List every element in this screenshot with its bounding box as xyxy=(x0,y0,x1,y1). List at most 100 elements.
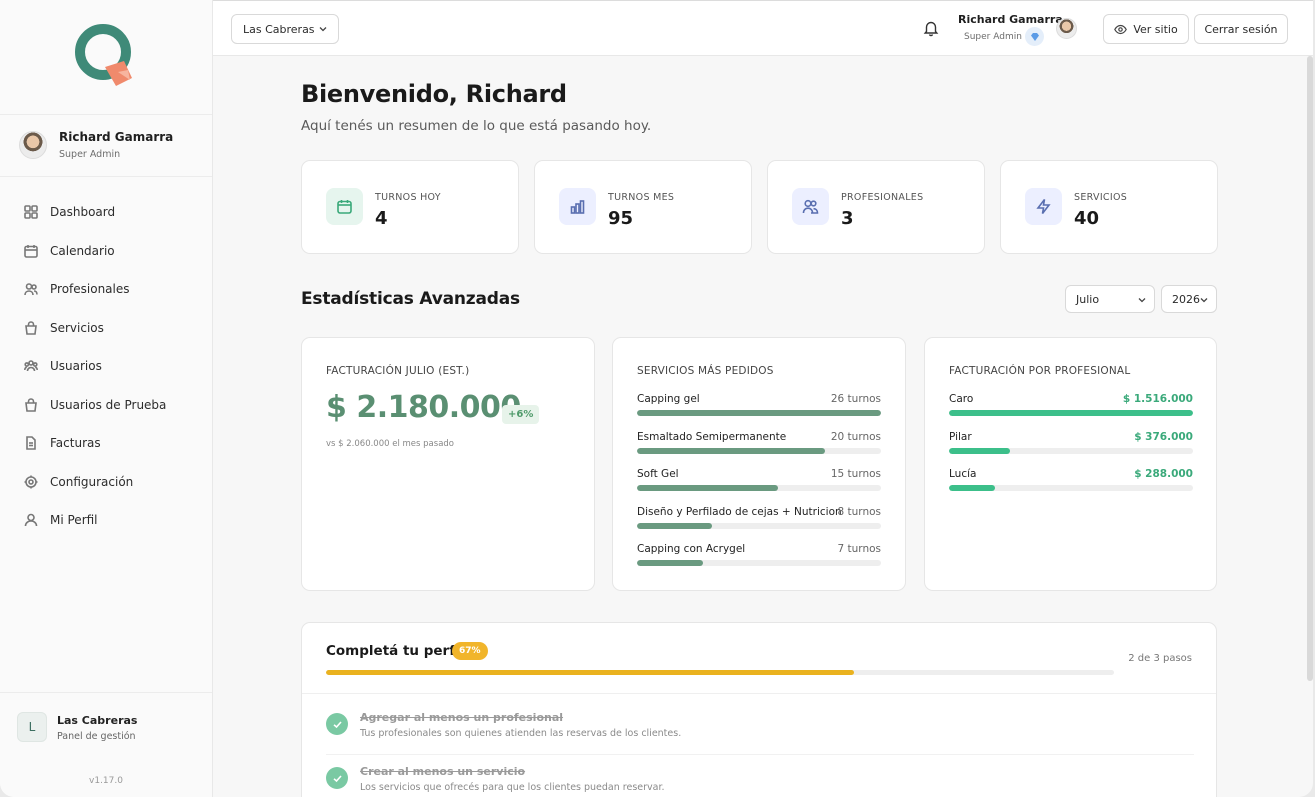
location-select-value: Las Cabreras xyxy=(243,22,315,36)
scrollbar[interactable] xyxy=(1307,56,1313,681)
month-select-value: Julio xyxy=(1076,292,1100,306)
bar-value: 20 turnos xyxy=(830,430,881,443)
sidebar-item-dashboard[interactable]: Dashboard xyxy=(0,193,212,232)
location-select[interactable]: Las Cabreras xyxy=(231,14,339,44)
group-icon xyxy=(24,360,38,372)
sidebar-item-label: Usuarios xyxy=(50,359,102,374)
bar-value: 8 turnos xyxy=(837,505,881,518)
profile-card-title: Completá tu perfil xyxy=(326,643,464,659)
sidebar-item-usuarios[interactable]: Usuarios xyxy=(0,347,212,386)
business-name: Las Cabreras xyxy=(57,714,138,727)
user-icon xyxy=(24,513,38,527)
sidebar-item-usuarios-de-prueba[interactable]: Usuarios de Prueba xyxy=(0,386,212,425)
sidebar-item-configuracion[interactable]: Configuración xyxy=(0,463,212,502)
page-title: Bienvenido, Richard xyxy=(301,80,567,108)
profile-completion-card: Completá tu perfil 67% 2 de 3 pasos Agre… xyxy=(301,622,1217,797)
stat-label: PROFESIONALES xyxy=(841,192,924,203)
card-heading: FACTURACIÓN POR PROFESIONAL xyxy=(949,365,1131,377)
bar-track xyxy=(637,522,881,529)
calendar-icon xyxy=(326,188,363,225)
sidebar-item-label: Configuración xyxy=(50,474,134,489)
main-content: Bienvenido, Richard Aquí tenés un resume… xyxy=(213,56,1313,797)
task-title: Crear al menos un servicio xyxy=(360,765,526,778)
chevron-down-icon xyxy=(1138,298,1146,303)
sidebar-item-profesionales[interactable]: Profesionales xyxy=(0,270,212,309)
topbar-user-role: Super Admin xyxy=(964,32,1022,42)
bar-label: Caro xyxy=(949,393,974,405)
bell-icon[interactable] xyxy=(922,19,940,37)
bag-icon xyxy=(25,397,37,412)
bar-label: Diseño y Perfilado de cejas + Nutricion xyxy=(637,505,842,518)
sidebar-item-servicios[interactable]: Servicios xyxy=(0,309,212,348)
bar-label: Pilar xyxy=(949,430,972,443)
stat-card-turnos-mes: TURNOS MES 95 xyxy=(534,160,752,254)
bar-fill xyxy=(637,560,703,566)
avatar xyxy=(19,131,47,159)
bar-value: $ 288.000 xyxy=(1134,468,1193,480)
task-title: Agregar al menos un profesional xyxy=(360,711,564,724)
bar-value: $ 1.516.000 xyxy=(1122,393,1193,405)
sidebar-item-mi-perfil[interactable]: Mi Perfil xyxy=(0,501,212,540)
bar-fill xyxy=(637,522,713,529)
bar-label: Esmaltado Semipermanente xyxy=(637,430,787,443)
profile-progress-fill xyxy=(326,670,854,675)
sidebar-item-calendario[interactable]: Calendario xyxy=(0,232,212,271)
bar-fill xyxy=(637,447,825,454)
year-select-value: 2026 xyxy=(1172,292,1200,306)
sidebar-footer: L Las Cabreras Panel de gestión v1.17.0 xyxy=(0,692,212,797)
bar-value: 26 turnos xyxy=(830,393,881,405)
card-heading: FACTURACIÓN JULIO (EST.) xyxy=(326,365,470,377)
chevron-down-icon xyxy=(319,27,327,32)
topbar-user-name: Richard Gamarra xyxy=(958,13,1063,26)
sidebar-item-label: Facturas xyxy=(50,436,101,451)
gear-icon xyxy=(24,475,38,489)
top-services-card: SERVICIOS MÁS PEDIDOS Capping gel 26 turn… xyxy=(612,337,906,591)
users-icon xyxy=(24,283,38,296)
sidebar-item-label: Profesionales xyxy=(50,282,130,297)
sidebar-item-facturas[interactable]: Facturas xyxy=(0,424,212,463)
billing-previous: vs $ 2.060.000 el mes pasado xyxy=(326,439,455,449)
grid-icon xyxy=(24,205,38,220)
bar-value: 15 turnos xyxy=(830,468,881,480)
sidebar-item-label: Dashboard xyxy=(50,205,116,220)
users-icon xyxy=(792,188,829,225)
sidebar-user[interactable]: Richard Gamarra Super Admin xyxy=(0,114,212,177)
bar-track xyxy=(949,410,1193,416)
card-heading: SERVICIOS MÁS PEDIDOS xyxy=(637,365,774,377)
business-subtitle: Panel de gestión xyxy=(57,731,136,742)
chevron-down-icon xyxy=(1200,298,1208,303)
logout-button[interactable]: Cerrar sesión xyxy=(1194,14,1288,44)
task-description: Los servicios que ofrecés para que los c… xyxy=(360,782,665,793)
task-description: Tus profesionales son quienes atienden l… xyxy=(360,728,682,739)
month-select[interactable]: Julio xyxy=(1065,285,1155,313)
bar-value: $ 376.000 xyxy=(1134,430,1193,443)
year-select[interactable]: 2026 xyxy=(1161,285,1217,313)
bar-track xyxy=(637,447,881,454)
calendar-icon xyxy=(24,244,38,258)
sidebar: Richard Gamarra Super Admin Dashboard Ca… xyxy=(0,0,213,797)
billing-by-professional-card: FACTURACIÓN POR PROFESIONAL Caro $ 1.516.… xyxy=(924,337,1217,591)
bar-track xyxy=(637,560,881,566)
q-logo-icon[interactable] xyxy=(72,20,138,90)
view-site-button[interactable]: Ver sitio xyxy=(1103,14,1189,44)
steps-count: 2 de 3 pasos xyxy=(1128,653,1192,664)
stat-value: 40 xyxy=(1074,208,1100,229)
bar-track xyxy=(637,485,881,491)
bar-fill xyxy=(949,410,1193,416)
bar-label: Capping con Acrygel xyxy=(637,543,746,555)
billing-amount: $ 2.180.000 xyxy=(326,390,521,425)
view-site-label: Ver sitio xyxy=(1133,22,1178,36)
bar-fill xyxy=(637,485,778,491)
sidebar-user-role: Super Admin xyxy=(59,149,121,160)
stat-card-turnos-hoy: TURNOS HOY 4 xyxy=(301,160,519,254)
sidebar-item-label: Usuarios de Prueba xyxy=(50,397,167,412)
check-icon xyxy=(326,767,348,789)
stat-card-servicios: SERVICIOS 40 xyxy=(1000,160,1218,254)
bar-label: Soft Gel xyxy=(637,468,679,480)
stat-label: SERVICIOS xyxy=(1074,192,1128,203)
avatar[interactable] xyxy=(1056,18,1077,39)
bar-track xyxy=(949,485,1193,491)
bar-fill xyxy=(949,485,996,491)
divider xyxy=(326,754,1194,755)
topbar: Las Cabreras Richard Gamarra Super Admin… xyxy=(213,0,1313,56)
